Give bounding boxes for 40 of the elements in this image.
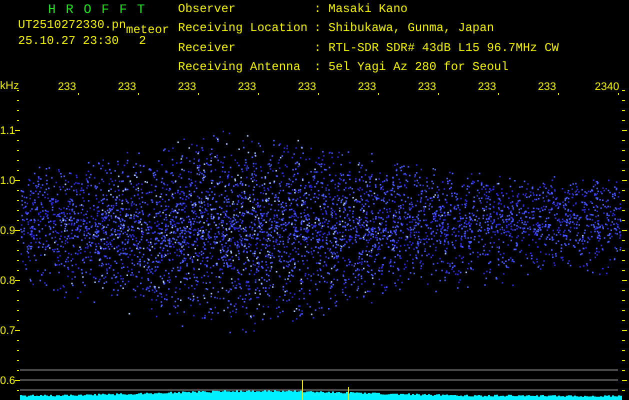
frequency-label: 0.9 — [0, 225, 16, 237]
tick-mark — [138, 93, 139, 95]
tick-mark — [558, 93, 559, 95]
info-label: Receiving Antenna — [178, 60, 302, 76]
timestamp: 25.10.27 23:30 — [18, 33, 119, 49]
frequency-label: 0.6 — [0, 375, 16, 387]
app-title: HROFFT — [47, 3, 156, 17]
info-value: : 5el Yagi Az 280 for Seoul — [314, 60, 510, 76]
tick-mark — [378, 93, 379, 95]
frequency-label: 1.0 — [0, 175, 16, 187]
tick-mark — [618, 93, 619, 95]
time-label: 233 — [298, 81, 316, 93]
info-value: : Masaki Kano — [314, 3, 409, 18]
info-label: Observer — [178, 3, 237, 18]
frequency-label: 0.7 — [0, 325, 16, 337]
info-value: : Shibukawa, Gunma, Japan — [314, 22, 496, 38]
time-label: 233 — [58, 81, 76, 93]
frequency-label: 1.1 — [0, 125, 16, 137]
time-label: 233 — [478, 81, 496, 93]
time-label: 233 — [538, 81, 556, 93]
tick-mark — [438, 93, 439, 95]
tick-mark — [198, 93, 199, 95]
time-label: 233 — [178, 81, 196, 93]
file-name: UT2510272330.pn — [18, 17, 126, 33]
tick-mark — [78, 93, 79, 95]
frequency-label: 0.8 — [0, 275, 16, 287]
unit-label: kHz — [0, 80, 19, 92]
time-label: 233 — [118, 81, 136, 93]
info-value: : RTL-SDR SDR# 43dB L15 96.7MHz CW — [314, 42, 559, 56]
tick-mark — [498, 93, 499, 95]
tick-mark — [318, 93, 319, 95]
signal-marker — [348, 387, 349, 400]
time-label: 233 — [238, 81, 256, 93]
time-label: 233 — [418, 81, 436, 93]
time-label: 2340 — [594, 81, 620, 93]
info-label: Receiving Location — [178, 22, 309, 38]
info-label: Receiver — [178, 42, 237, 56]
time-label: 233 — [358, 81, 376, 93]
signal-marker — [302, 380, 303, 400]
tick-mark — [258, 93, 259, 95]
